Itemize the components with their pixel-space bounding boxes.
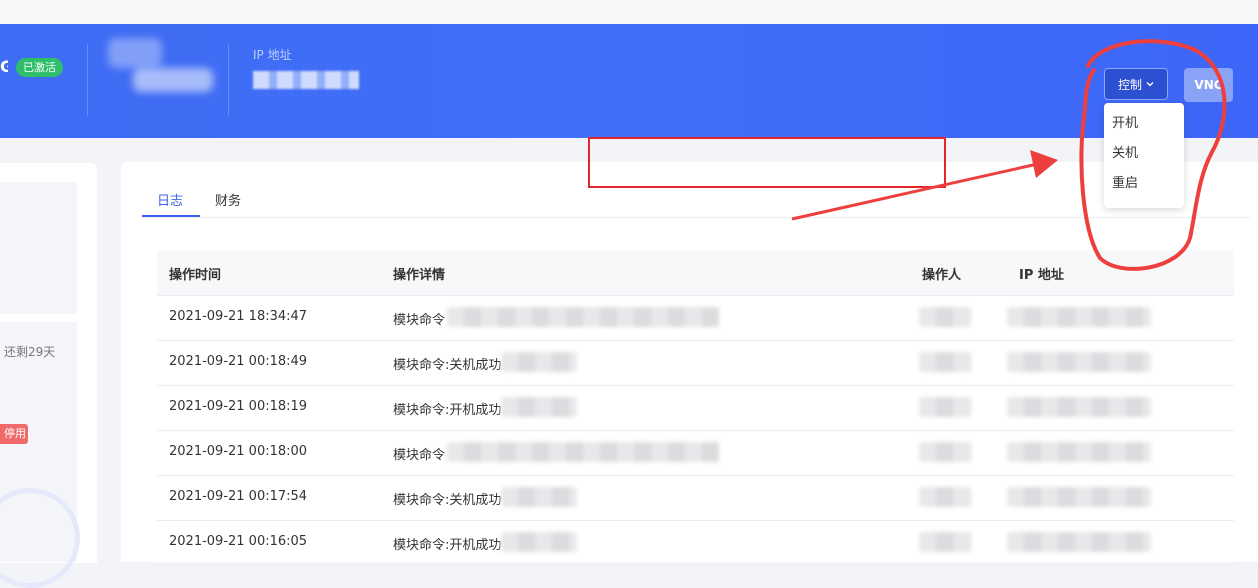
cell-detail: 模块命令:关机成功: [393, 493, 502, 508]
redacted-block: [108, 38, 162, 68]
sidebar-card: [0, 182, 77, 314]
redacted-cell: [501, 532, 577, 552]
table-header: 操作时间 操作详情 操作人 IP 地址: [157, 250, 1234, 296]
cell-detail: 模块命令:关机成功: [393, 358, 502, 373]
redacted-cell: [447, 442, 719, 462]
redacted-cell: [919, 532, 971, 552]
redacted-cell: [1007, 532, 1151, 552]
redacted-cell: [501, 352, 577, 372]
top-strip: [0, 0, 1258, 24]
control-menu: 开机 关机 重启: [1104, 103, 1184, 208]
table-row: 2021-09-21 00:18:49 模块命令:关机成功: [157, 341, 1234, 386]
table-row: 2021-09-21 00:18:19 模块命令:开机成功: [157, 386, 1234, 431]
redacted-cell: [1007, 442, 1151, 462]
cell-detail: 模块命令:开机成功: [393, 403, 502, 418]
redacted-cell: [1007, 352, 1151, 372]
tab-bar: 日志 财务: [142, 186, 1250, 218]
redacted-cell: [501, 397, 577, 417]
cell-detail: 模块命令: [393, 448, 446, 463]
header-divider: [87, 44, 88, 116]
redacted-block: [133, 68, 213, 92]
instance-name-fragment: G: [0, 57, 8, 76]
redacted-cell: [1007, 307, 1151, 327]
header-divider: [228, 44, 229, 116]
control-dropdown-button[interactable]: 控制: [1104, 68, 1168, 100]
table-row: 2021-09-21 00:16:05 模块命令:开机成功: [157, 521, 1234, 566]
column-header: 操作人: [922, 268, 962, 283]
cell-time: 2021-09-21 00:17:54: [169, 489, 308, 504]
status-badge: 已激活: [16, 58, 63, 77]
ip-label: IP 地址: [253, 48, 292, 62]
redacted-cell: [919, 397, 971, 417]
column-header: IP 地址: [1019, 268, 1064, 283]
column-header: 操作详情: [393, 268, 446, 283]
redacted-cell: [919, 487, 971, 507]
cell-time: 2021-09-21 00:18:19: [169, 399, 308, 414]
vnc-button[interactable]: VNC: [1184, 68, 1233, 102]
active-tab-indicator: [142, 215, 200, 217]
cell-time: 2021-09-21 00:16:05: [169, 534, 308, 549]
control-label: 控制: [1117, 77, 1142, 92]
redacted-cell: [919, 307, 971, 327]
redacted-cell: [1007, 397, 1151, 417]
menu-item-power-off[interactable]: 关机: [1104, 139, 1184, 169]
redacted-cell: [501, 487, 577, 507]
chevron-down-icon: [1146, 82, 1154, 87]
log-table: 操作时间 操作详情 操作人 IP 地址 2021-09-21 18:34:47 …: [157, 250, 1234, 566]
tab-log[interactable]: 日志: [157, 190, 183, 209]
cell-detail: 模块命令: [393, 313, 446, 328]
table-row: 2021-09-21 18:34:47 模块命令: [157, 296, 1234, 341]
redacted-cell: [1007, 487, 1151, 507]
redacted-cell: [919, 352, 971, 372]
table-row: 2021-09-21 00:18:00 模块命令: [157, 431, 1234, 476]
column-header: 操作时间: [169, 268, 222, 283]
cell-time: 2021-09-21 00:18:49: [169, 354, 308, 369]
menu-item-reboot[interactable]: 重启: [1104, 169, 1184, 199]
redacted-ip: [253, 71, 359, 89]
cell-time: 2021-09-21 00:18:00: [169, 444, 308, 459]
remaining-days: 还剩29天: [4, 345, 56, 359]
tab-finance[interactable]: 财务: [215, 190, 241, 209]
status-tag: 停用: [0, 424, 28, 444]
cell-time: 2021-09-21 18:34:47: [169, 309, 308, 324]
redacted-cell: [447, 307, 719, 327]
table-row: 2021-09-21 00:17:54 模块命令:关机成功: [157, 476, 1234, 521]
cell-detail: 模块命令:开机成功: [393, 538, 502, 553]
menu-item-power-on[interactable]: 开机: [1104, 109, 1184, 139]
redacted-cell: [919, 442, 971, 462]
